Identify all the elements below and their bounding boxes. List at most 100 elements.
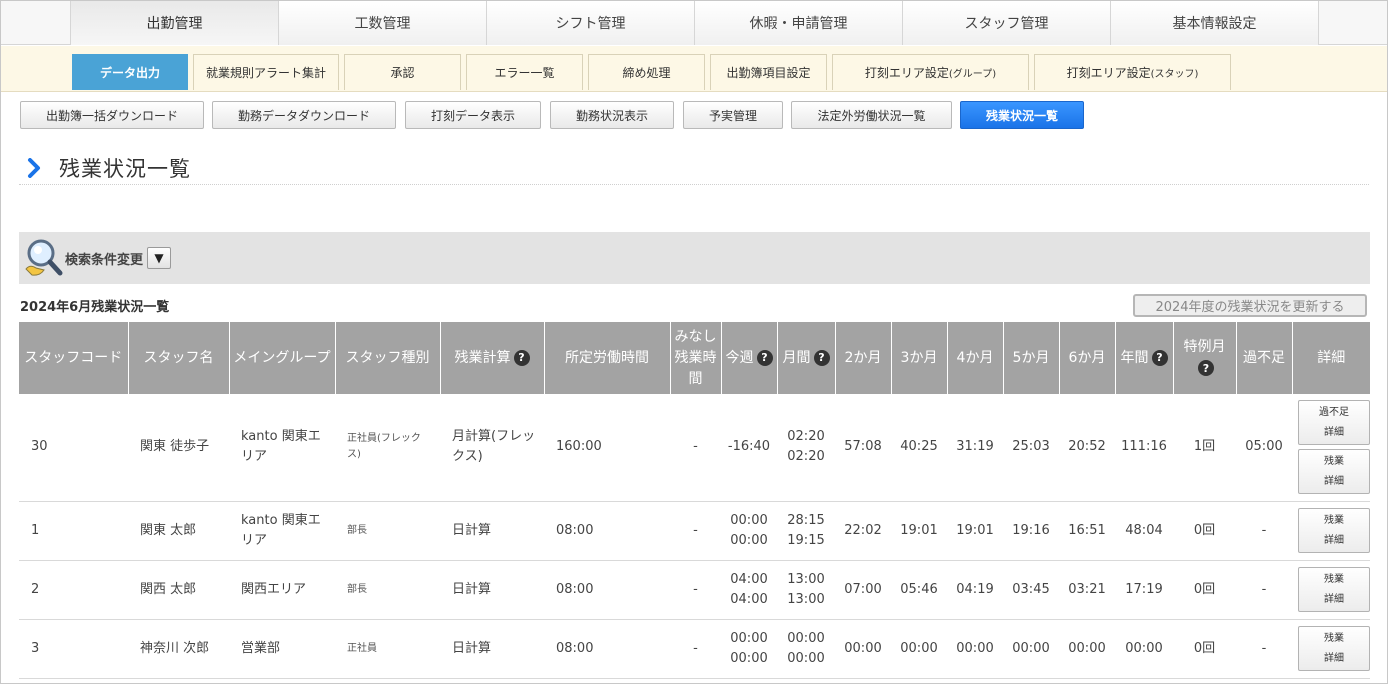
- cell-3m: 40:25: [891, 394, 947, 502]
- sub-tab-attendance-items[interactable]: 出勤簿項目設定: [710, 54, 827, 90]
- cell-detail: 残業 詳細: [1292, 560, 1370, 620]
- th-detail: 詳細: [1292, 322, 1370, 394]
- plan-actual-button[interactable]: 予実管理: [683, 101, 783, 129]
- th-deemed-line1: みなし: [674, 328, 717, 345]
- cell-week: 00:00 00:00: [721, 501, 777, 561]
- cell-excess: 05:00: [1236, 394, 1292, 502]
- search-toggle-button[interactable]: ▼: [147, 247, 172, 269]
- cell-special: 0回: [1173, 560, 1236, 620]
- main-tab-staff[interactable]: スタッフ管理: [903, 1, 1111, 45]
- statutory-overtime-button[interactable]: 法定外労働状況一覧: [791, 101, 952, 129]
- main-tab-shift[interactable]: シフト管理: [487, 1, 695, 45]
- cell-year: 111:16: [1115, 394, 1173, 502]
- main-tab-attendance[interactable]: 出勤管理: [71, 1, 279, 45]
- cell-month: 13:00 13:00: [777, 560, 835, 620]
- cell-detail: 残業 詳細: [1292, 501, 1370, 561]
- sub-tab-error-list[interactable]: エラー一覧: [466, 54, 583, 90]
- cell-5m: 03:45: [1003, 560, 1059, 620]
- sub-tab-area-staff[interactable]: 打刻エリア設定 (スタッフ): [1034, 54, 1231, 90]
- sub-tab-area-group[interactable]: 打刻エリア設定 (グループ): [832, 54, 1029, 90]
- update-overtime-button[interactable]: 2024年度の残業状況を更新する: [1133, 294, 1367, 317]
- cell-week: 04:00 04:00: [721, 560, 777, 620]
- cell-special: 0回: [1173, 619, 1236, 679]
- question-circle-icon[interactable]: ?: [813, 349, 830, 366]
- cell-week-line2: 00:00: [730, 650, 768, 666]
- th-staff-code: スタッフコード: [19, 322, 129, 394]
- main-tab-basic-settings[interactable]: 基本情報設定: [1111, 1, 1319, 45]
- cell-month-line2: 00:00: [787, 650, 825, 666]
- sub-tab-closing[interactable]: 締め処理: [588, 54, 705, 90]
- question-circle-icon[interactable]: ?: [1151, 349, 1168, 366]
- cell-calc: 日計算: [440, 560, 544, 620]
- excess-detail-line2: 詳細: [1324, 426, 1344, 438]
- punch-data-button[interactable]: 打刻データ表示: [405, 101, 541, 129]
- cell-month: 00:00 00:00: [777, 619, 835, 679]
- excess-detail-button[interactable]: 過不足 詳細: [1298, 400, 1370, 446]
- page-title: 残業状況一覧: [59, 156, 191, 181]
- cell-code: 30: [19, 394, 128, 502]
- th-6-months: 6か月: [1059, 322, 1116, 394]
- sub-tab-area-group-suffix: (グループ): [948, 69, 997, 80]
- overtime-detail-line2: 詳細: [1324, 475, 1344, 487]
- cell-month-line2: 19:15: [787, 532, 825, 548]
- sub-tab-area-staff-label: 打刻エリア設定: [1066, 66, 1151, 80]
- triangle-down-icon: ▼: [154, 251, 164, 265]
- main-tab-man-hours[interactable]: 工数管理: [279, 1, 487, 45]
- cell-group: kanto 関東エリア: [229, 394, 335, 502]
- work-status-button[interactable]: 勤務状況表示: [550, 101, 674, 129]
- th-deemed-line2: 残業時: [674, 349, 717, 366]
- sub-tab-approval[interactable]: 承認: [344, 54, 461, 90]
- cell-month-line2: 13:00: [787, 591, 825, 607]
- sub-tab-data-output[interactable]: データ出力: [72, 54, 188, 90]
- th-3-months: 3か月: [891, 322, 948, 394]
- cell-2m: 00:00: [835, 619, 891, 679]
- overtime-detail-button[interactable]: 残業 詳細: [1298, 449, 1370, 495]
- cell-detail: 残業 詳細: [1292, 619, 1370, 679]
- cell-special: 1回: [1173, 394, 1236, 502]
- cell-4m: 31:19: [947, 394, 1003, 502]
- cell-type: 正社員: [335, 619, 440, 679]
- question-circle-icon[interactable]: ?: [513, 349, 530, 366]
- cell-6m: 00:00: [1059, 619, 1115, 679]
- sub-tab-rule-alert[interactable]: 就業規則アラート集計: [193, 54, 339, 90]
- th-monthly: 月間?: [777, 322, 836, 394]
- overtime-table: スタッフコード スタッフ名 メイングループ スタッフ種別 残業計算? 所定労働時…: [19, 322, 1370, 679]
- overtime-detail-button[interactable]: 残業 詳細: [1298, 508, 1370, 553]
- cell-2m: 57:08: [835, 394, 891, 502]
- cell-week-line1: 04:00: [730, 571, 768, 587]
- cell-month: 02:20 02:20: [777, 394, 835, 502]
- search-conditions-label[interactable]: 検索条件変更: [65, 249, 143, 268]
- list-subtitle: 2024年6月残業状況一覧: [20, 300, 170, 315]
- magnifier-icon: [22, 236, 66, 280]
- cell-week-line2: 00:00: [730, 532, 768, 548]
- cell-6m: 03:21: [1059, 560, 1115, 620]
- work-data-download-button[interactable]: 勤務データダウンロード: [212, 101, 396, 129]
- sub-tab-area-group-label: 打刻エリア設定: [864, 66, 949, 80]
- cell-month-line1: 02:20: [787, 429, 825, 445]
- cell-6m: 20:52: [1059, 394, 1115, 502]
- bulk-download-button[interactable]: 出勤簿一括ダウンロード: [20, 101, 204, 129]
- question-circle-icon[interactable]: ?: [756, 349, 773, 366]
- overtime-detail-button[interactable]: 残業 詳細: [1298, 626, 1370, 671]
- sub-nav: データ出力 就業規則アラート集計 承認 エラー一覧 締め処理 出勤簿項目設定 打…: [1, 46, 1387, 92]
- cell-5m: 19:16: [1003, 501, 1059, 561]
- cell-calc: 日計算: [440, 619, 544, 679]
- cell-deemed: -: [670, 619, 721, 679]
- cell-special: 0回: [1173, 501, 1236, 561]
- overtime-status-button[interactable]: 残業状況一覧: [960, 101, 1084, 129]
- question-circle-icon[interactable]: ?: [1198, 360, 1214, 376]
- cell-standard: 08:00: [544, 560, 670, 620]
- cell-standard: 08:00: [544, 501, 670, 561]
- cell-standard: 160:00: [544, 394, 670, 502]
- cell-month: 28:15 19:15: [777, 501, 835, 561]
- cell-name: 関西 太郎: [128, 560, 229, 620]
- table-header-row: スタッフコード スタッフ名 メイングループ スタッフ種別 残業計算? 所定労働時…: [19, 322, 1370, 394]
- th-monthly-label: 月間: [782, 349, 811, 366]
- th-5-months: 5か月: [1003, 322, 1060, 394]
- main-tab-leave-requests[interactable]: 休暇・申請管理: [695, 1, 903, 45]
- overtime-detail-line2: 詳細: [1324, 593, 1344, 605]
- cell-excess: -: [1236, 501, 1292, 561]
- cell-type: 部長: [335, 501, 440, 561]
- overtime-detail-button[interactable]: 残業 詳細: [1298, 567, 1370, 612]
- th-2-months: 2か月: [835, 322, 892, 394]
